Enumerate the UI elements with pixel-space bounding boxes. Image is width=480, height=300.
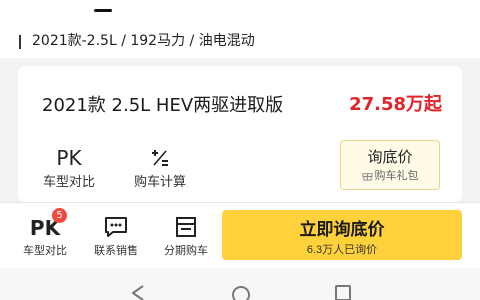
compare-action[interactable]: PK 车型对比 [29, 146, 109, 192]
compare-action-label: 车型对比 [42, 175, 95, 190]
pk-icon: PK [56, 146, 82, 170]
gift-icon [361, 173, 373, 181]
cta-title: 立即询底价 [299, 220, 385, 239]
recents-icon[interactable] [334, 284, 352, 300]
filter-marker [19, 35, 21, 49]
inquiry-price-button[interactable]: 询底价 购车礼包 [340, 140, 440, 190]
model-price: 27.58万起 [349, 94, 442, 115]
cta-subtitle: 6.3万人已询价 [306, 244, 378, 256]
bottom-compare-button[interactable]: PK 车型对比 [15, 215, 75, 258]
home-icon[interactable] [230, 284, 252, 300]
inquiry-now-button[interactable]: 立即询底价 6.3万人已询价 [222, 210, 462, 260]
calculator-action[interactable]: 购车计算 [120, 146, 200, 192]
top-tab-bar [0, 0, 480, 24]
inquiry-title: 询底价 [367, 148, 413, 166]
finance-button[interactable]: 分期购车 [156, 215, 216, 258]
config-filter-text[interactable]: 2021款-2.5L / 192马力 / 油电混动 [32, 32, 255, 50]
calculator-icon [120, 146, 200, 170]
contact-sales-button[interactable]: 联系销售 [86, 215, 146, 258]
receipt-icon [156, 215, 216, 241]
bottom-compare-label: 车型对比 [23, 244, 67, 257]
inquiry-subtitle: 购车礼包 [374, 169, 419, 182]
finance-label: 分期购车 [164, 244, 208, 257]
active-tab-indicator [94, 9, 112, 12]
back-icon[interactable] [128, 284, 148, 300]
model-name[interactable]: 2021款 2.5L HEV两驱进取版 [42, 94, 283, 118]
contact-sales-label: 联系销售 [94, 244, 138, 257]
chat-icon [86, 215, 146, 241]
compare-count-badge: 5 [52, 208, 67, 223]
calculator-action-label: 购车计算 [133, 175, 186, 190]
